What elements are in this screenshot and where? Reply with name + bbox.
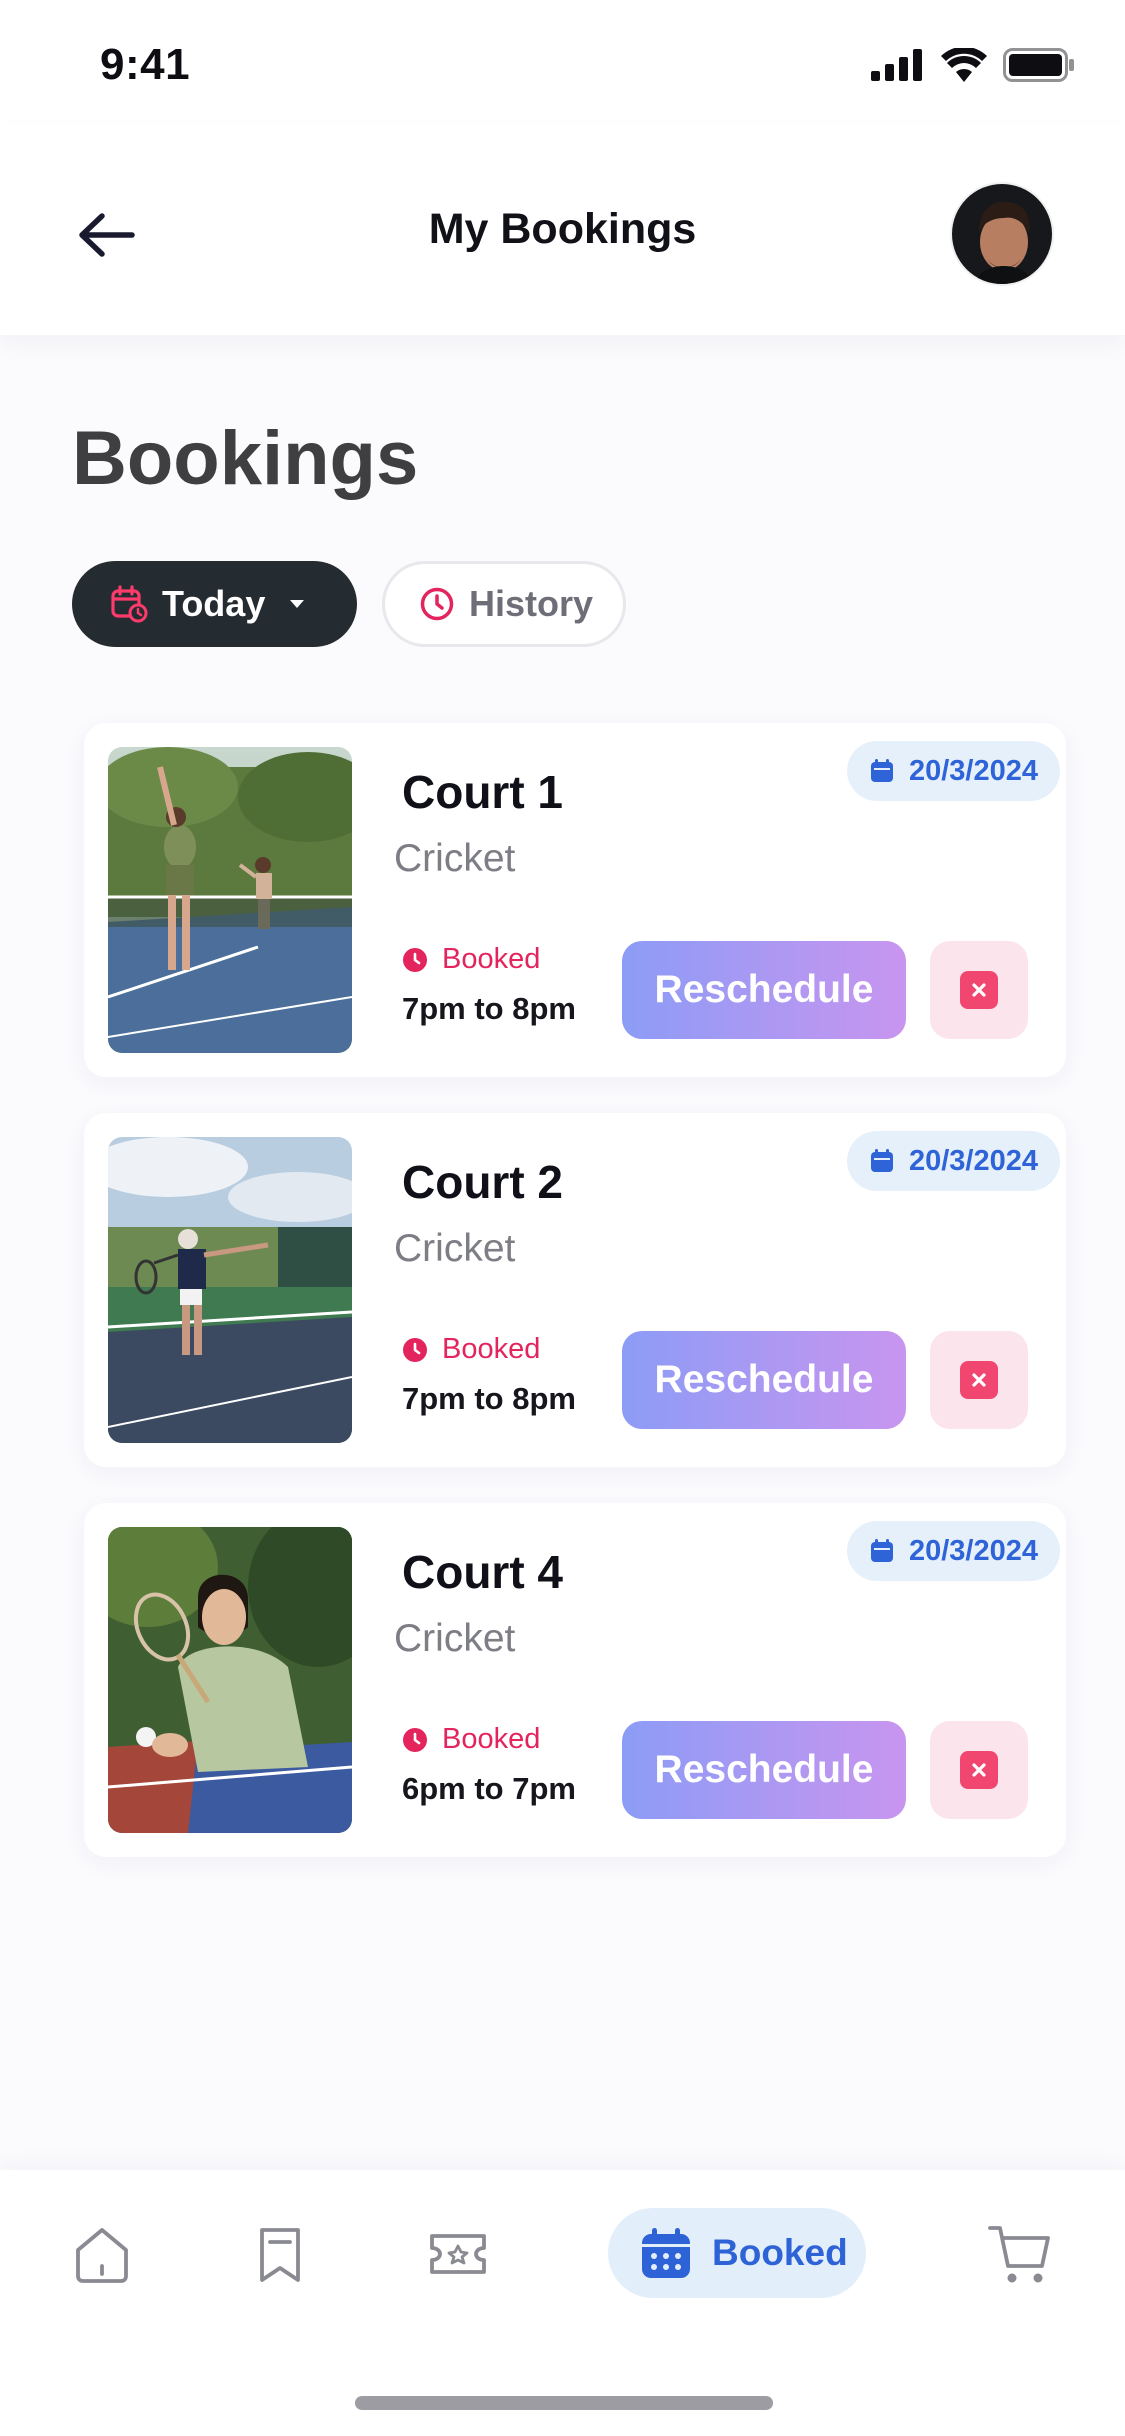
caret-down-icon <box>290 600 305 608</box>
signal-icon <box>871 49 922 81</box>
filter-today-dropdown[interactable]: Today <box>72 561 357 647</box>
court-name: Court 4 <box>402 1546 563 1598</box>
nav-cart[interactable] <box>986 2220 1054 2293</box>
clock-icon <box>420 587 454 621</box>
close-square-icon <box>960 971 998 1009</box>
clock-filled-icon <box>403 1337 427 1362</box>
filter-history-label: History <box>469 583 594 624</box>
home-icon <box>76 2228 128 2283</box>
nav-bookmarks[interactable] <box>248 2222 312 2291</box>
tennis-court-photo <box>108 1137 352 1443</box>
booking-card[interactable]: Court 2 Cricket 20/3/2024 Booked 7pm to … <box>84 1113 1066 1467</box>
court-name: Court 2 <box>402 1156 563 1208</box>
nav-booked-label: Booked <box>712 2232 848 2273</box>
date-badge: 20/3/2024 <box>846 1131 1060 1191</box>
reschedule-button[interactable]: Reschedule <box>622 1331 906 1429</box>
status-bar: 9:41 <box>0 0 1125 125</box>
status-time: 9:41 <box>100 40 191 89</box>
court-photo <box>108 1527 352 1833</box>
status-label: Booked <box>442 1723 541 1755</box>
date-badge: 20/3/2024 <box>846 741 1060 801</box>
badminton-player-photo <box>108 1527 352 1833</box>
calendar-icon <box>870 759 893 782</box>
close-square-icon <box>960 1751 998 1789</box>
cancel-booking-button[interactable] <box>930 941 1028 1039</box>
avatar[interactable] <box>950 182 1054 286</box>
clock-filled-icon <box>403 1727 427 1752</box>
booking-time: 7pm to 8pm <box>402 991 576 1026</box>
booking-date: 20/3/2024 <box>908 1534 1038 1567</box>
booking-time: 7pm to 8pm <box>402 1381 576 1416</box>
booking-status: Booked <box>402 1723 540 1756</box>
cart-icon <box>988 2226 1050 2283</box>
status-label: Booked <box>442 1333 541 1365</box>
sport-name: Cricket <box>394 1617 516 1660</box>
calendar-icon <box>642 2228 690 2278</box>
app-header: My Bookings <box>0 125 1125 335</box>
ticket-icon <box>430 2234 486 2274</box>
calendar-icon <box>870 1149 893 1172</box>
status-icons <box>871 48 1075 82</box>
avatar-photo <box>952 184 1052 284</box>
cancel-booking-button[interactable] <box>930 1721 1028 1819</box>
reschedule-button[interactable]: Reschedule <box>622 941 906 1039</box>
nav-home[interactable] <box>70 2222 134 2291</box>
reschedule-button[interactable]: Reschedule <box>622 1721 906 1819</box>
battery-icon <box>1003 48 1074 82</box>
booking-status: Booked <box>402 943 540 976</box>
court-photo <box>108 747 352 1053</box>
home-indicator <box>355 2396 773 2410</box>
calendar-icon <box>870 1539 893 1562</box>
sport-name: Cricket <box>394 1227 516 1270</box>
wifi-icon <box>941 48 987 82</box>
status-label: Booked <box>442 943 541 975</box>
page-title: Bookings <box>72 416 419 501</box>
booking-card[interactable]: Court 4 Cricket 20/3/2024 Booked 6pm to … <box>84 1503 1066 1857</box>
date-badge: 20/3/2024 <box>846 1521 1060 1581</box>
filter-today-label: Today <box>162 583 266 624</box>
bookmark-icon <box>260 2228 300 2282</box>
booking-time: 6pm to 7pm <box>402 1771 576 1806</box>
court-photo <box>108 1137 352 1443</box>
sport-name: Cricket <box>394 837 516 880</box>
booking-card[interactable]: Court 1 Cricket 20/3/2024 Booked 7pm to … <box>84 723 1066 1077</box>
booking-date: 20/3/2024 <box>908 754 1038 787</box>
calendar-clock-icon <box>111 585 148 623</box>
booking-date: 20/3/2024 <box>908 1144 1038 1177</box>
court-name: Court 1 <box>402 766 563 818</box>
clock-filled-icon <box>403 947 427 972</box>
tennis-court-photo <box>108 747 352 1053</box>
cancel-booking-button[interactable] <box>930 1331 1028 1429</box>
close-square-icon <box>960 1361 998 1399</box>
nav-tickets[interactable] <box>426 2222 490 2291</box>
filter-history-button[interactable]: History <box>382 561 626 647</box>
booking-status: Booked <box>402 1333 540 1366</box>
nav-booked[interactable]: Booked <box>608 2208 866 2298</box>
